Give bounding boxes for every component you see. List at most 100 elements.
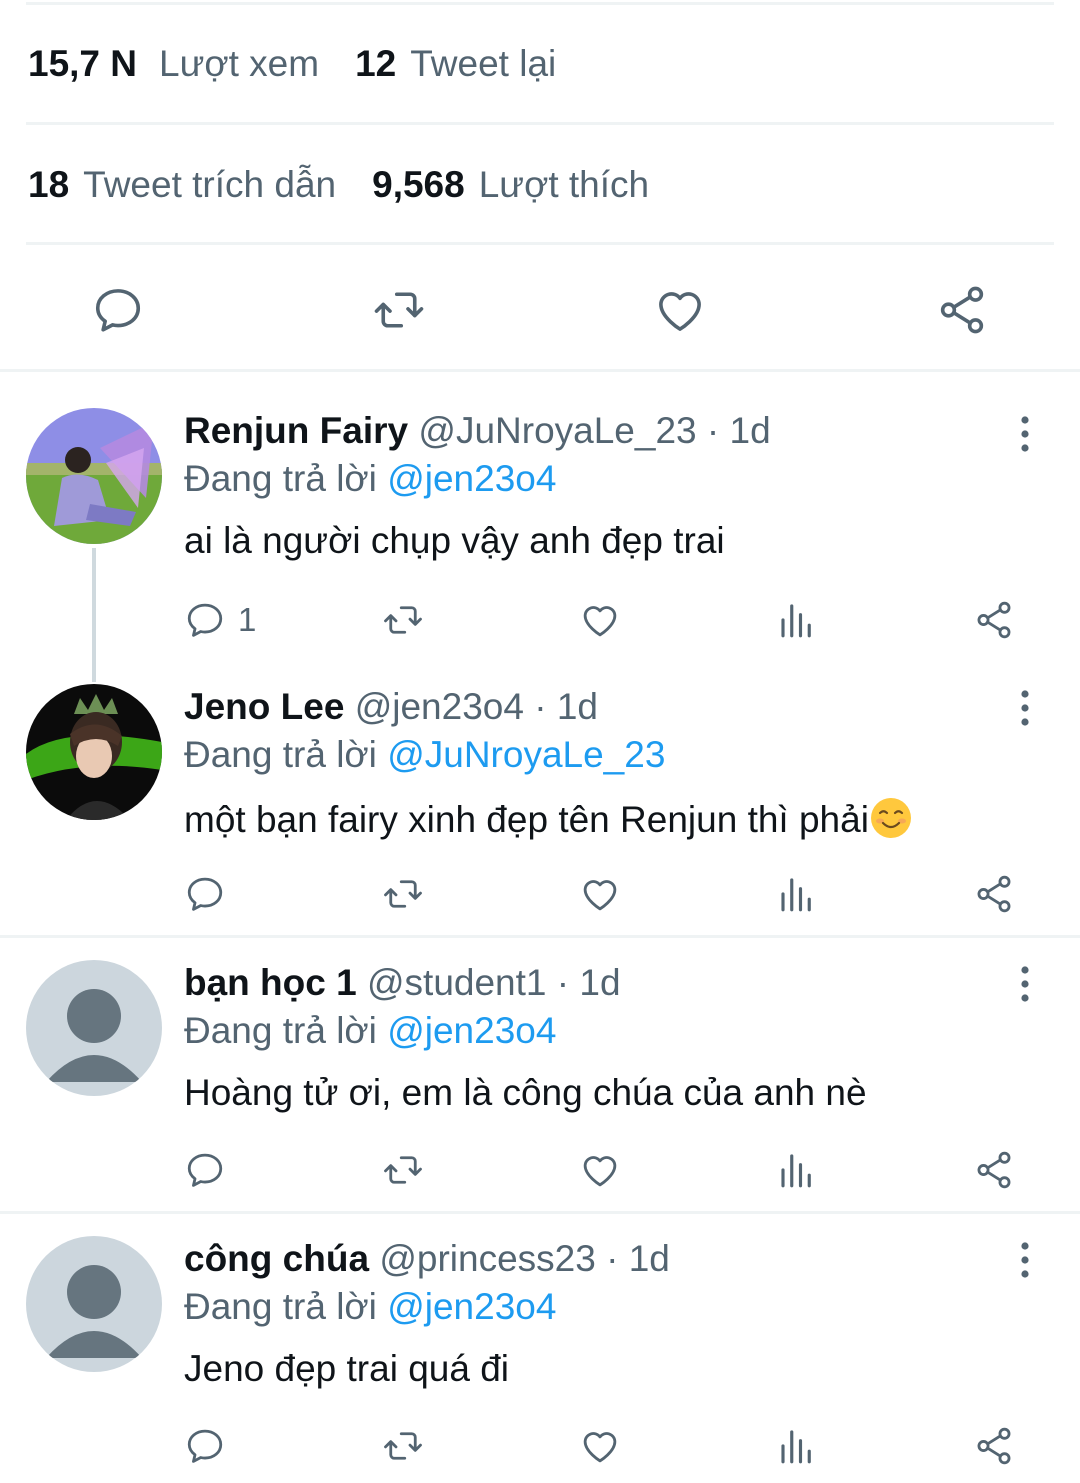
timestamp[interactable]: 1d — [579, 962, 620, 1003]
timestamp[interactable]: 1d — [730, 410, 771, 451]
more-icon — [1021, 690, 1029, 726]
username[interactable]: @JuNroyaLe_23 — [418, 410, 696, 451]
views-icon — [781, 1154, 811, 1188]
like-button[interactable] — [579, 1418, 621, 1474]
reply-icon — [187, 1153, 223, 1187]
reply-button[interactable] — [184, 866, 238, 922]
like-icon — [583, 880, 617, 911]
replying-to-line: Đang trả lời @jen23o4 — [184, 458, 556, 500]
reply-button[interactable]: 1 — [184, 592, 256, 648]
reply-count: 1 — [238, 601, 257, 638]
reply-icon — [187, 877, 223, 911]
replying-to-line: Đang trả lời @JuNroyaLe_23 — [184, 734, 665, 776]
more-icon — [1021, 966, 1029, 1002]
share-button[interactable] — [973, 866, 1015, 922]
replying-to-label: Đang trả lời — [184, 1286, 377, 1327]
mention-link[interactable]: @JuNroyaLe_23 — [387, 734, 665, 775]
main-retweet-button[interactable] — [369, 280, 429, 340]
views-button[interactable] — [776, 866, 818, 922]
main-reply-button[interactable] — [88, 280, 148, 340]
reply-header: bạn học 1 @student1 · 1d — [184, 962, 621, 1004]
reply-icon — [187, 1429, 223, 1463]
retweet-button[interactable] — [382, 1142, 424, 1198]
likes-stat[interactable]: 9,568 Lượt thích — [372, 164, 649, 206]
like-icon — [583, 1432, 617, 1463]
share-icon — [977, 1427, 1011, 1465]
quotes-stat[interactable]: 18 Tweet trích dẫn — [28, 164, 336, 206]
replying-to-line: Đang trả lời @jen23o4 — [184, 1286, 556, 1328]
like-button[interactable] — [579, 1142, 621, 1198]
reply-text-line: một bạn fairy xinh đẹp tên Renjun thì ph… — [184, 796, 913, 841]
timestamp[interactable]: 1d — [557, 686, 598, 727]
retweet-icon — [384, 880, 422, 908]
likes-count: 9,568 — [372, 164, 465, 205]
avatar[interactable] — [26, 408, 162, 544]
username[interactable]: @princess23 — [379, 1238, 596, 1279]
stats-divider-2 — [26, 242, 1054, 245]
display-name[interactable]: Jeno Lee — [184, 686, 344, 727]
replying-to-label: Đang trả lời — [184, 458, 377, 499]
views-button[interactable] — [776, 1142, 818, 1198]
stats-divider-1 — [26, 122, 1054, 125]
username[interactable]: @jen23o4 — [355, 686, 524, 727]
reply-actions — [0, 866, 1080, 922]
like-button[interactable] — [579, 592, 621, 648]
display-name[interactable]: công chúa — [184, 1238, 369, 1279]
username[interactable]: @student1 — [367, 962, 547, 1003]
section-separator — [0, 369, 1080, 372]
more-options-button[interactable] — [1008, 1238, 1042, 1282]
retweet-button[interactable] — [382, 592, 424, 648]
top-divider — [26, 2, 1054, 5]
meta-separator: · — [706, 410, 720, 451]
views-icon — [781, 878, 811, 912]
like-icon — [583, 1156, 617, 1187]
avatar-photo-fairy — [26, 408, 162, 544]
default-avatar-icon — [26, 960, 162, 1096]
views-icon — [781, 604, 811, 638]
stats-row-views-retweets: 15,7 N Lượt xem 12 Tweet lại — [28, 34, 592, 94]
display-name[interactable]: bạn học 1 — [184, 962, 357, 1003]
default-avatar-icon — [26, 1236, 162, 1372]
share-button[interactable] — [973, 1142, 1015, 1198]
more-options-button[interactable] — [1008, 686, 1042, 730]
retweets-stat[interactable]: 12 Tweet lại — [355, 43, 556, 85]
share-button[interactable] — [973, 592, 1015, 648]
retweets-count: 12 — [355, 43, 397, 84]
more-options-button[interactable] — [1008, 412, 1042, 456]
reply-button[interactable] — [184, 1142, 238, 1198]
main-share-button[interactable] — [932, 280, 992, 340]
reply-button[interactable] — [184, 1418, 238, 1474]
avatar[interactable] — [26, 1236, 162, 1372]
reply-text: Hoàng tử ơi, em là công chúa của anh nè — [184, 1072, 867, 1113]
timestamp[interactable]: 1d — [629, 1238, 670, 1279]
retweet-button[interactable] — [382, 866, 424, 922]
main-tweet-actions — [0, 268, 1080, 348]
reply-header: Jeno Lee @jen23o4 · 1d — [184, 686, 598, 728]
share-icon — [977, 875, 1011, 913]
more-options-button[interactable] — [1008, 962, 1042, 1006]
display-name[interactable]: Renjun Fairy — [184, 410, 408, 451]
main-like-button[interactable] — [650, 280, 710, 340]
mention-link[interactable]: @jen23o4 — [387, 1286, 556, 1327]
retweet-button[interactable] — [382, 1418, 424, 1474]
views-button[interactable] — [776, 1418, 818, 1474]
quotes-count: 18 — [28, 164, 70, 205]
stats-row-quotes-likes: 18 Tweet trích dẫn 9,568 Lượt thích — [28, 155, 685, 215]
reply-header: công chúa @princess23 · 1d — [184, 1238, 670, 1280]
avatar[interactable] — [26, 960, 162, 1096]
reply-icon — [187, 603, 223, 637]
avatar[interactable] — [26, 684, 162, 820]
share-icon — [940, 286, 984, 334]
mention-link[interactable]: @jen23o4 — [387, 458, 556, 499]
retweet-icon — [384, 606, 422, 634]
like-button[interactable] — [579, 866, 621, 922]
meta-separator: · — [556, 962, 570, 1003]
retweets-label: Tweet lại — [410, 43, 557, 84]
replying-to-label: Đang trả lời — [184, 1010, 377, 1051]
share-button[interactable] — [973, 1418, 1015, 1474]
views-label: Lượt xem — [159, 43, 320, 84]
reply-icon — [95, 289, 141, 332]
views-button[interactable] — [776, 592, 818, 648]
mention-link[interactable]: @jen23o4 — [387, 1010, 556, 1051]
views-stat[interactable]: 15,7 N Lượt xem — [28, 43, 319, 85]
